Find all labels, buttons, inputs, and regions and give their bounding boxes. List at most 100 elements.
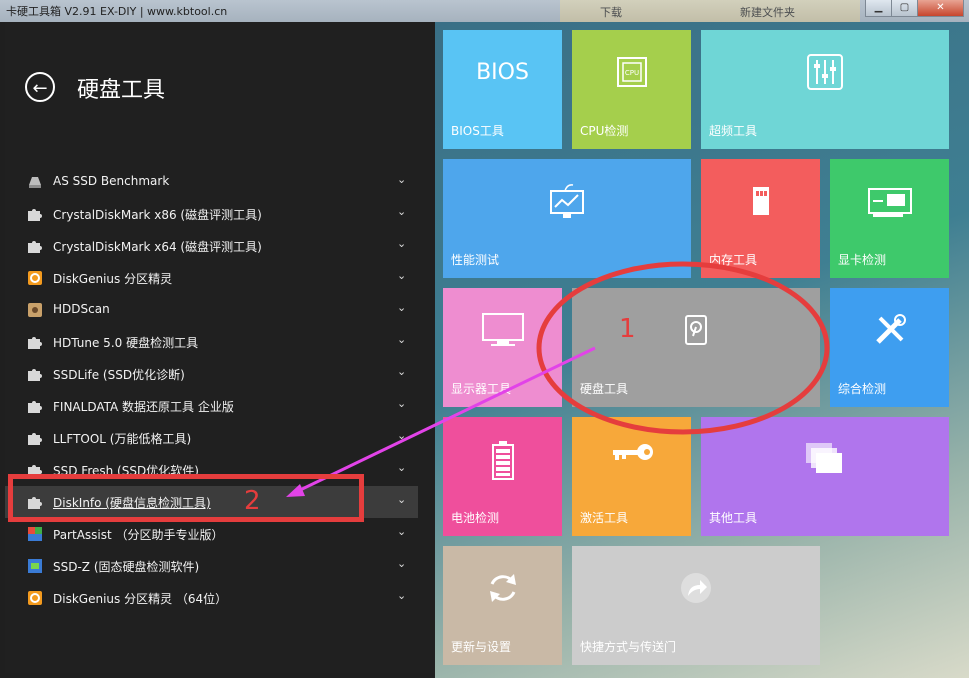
tile-activation[interactable]: 激活工具 [572,417,691,536]
tile-label: 性能测试 [451,253,500,267]
puzzle-icon [28,241,42,253]
tile-gpu[interactable]: 显卡检测 [830,159,949,278]
puzzle-icon [28,465,42,477]
title-bar: 卡硬工具箱 V2.91 EX-DIY | www.kbtool.cn 下载 新建… [0,0,969,22]
window-title: 卡硬工具箱 V2.91 EX-DIY | www.kbtool.cn [6,5,228,18]
tile-label: 其他工具 [709,511,758,525]
tool-label: SSD Fresh (SSD优化软件) [53,464,199,478]
tile-cpu[interactable]: CPU CPU检测 [572,30,691,149]
tile-label: 内存工具 [709,253,758,267]
svg-text:CPU: CPU [624,69,638,77]
tile-label: BIOS工具 [451,124,504,138]
minimize-button[interactable]: ▁ [865,0,892,17]
chevron-down-icon[interactable]: ⌄ [397,269,406,282]
tool-label: HDDScan [53,302,110,316]
diskgenius-icon [28,591,42,605]
tool-label: PartAssist （分区助手专业版） [53,528,224,542]
tools-icon [875,314,906,344]
hard-disk-icon [685,315,707,345]
maximize-button[interactable]: ▢ [891,0,918,17]
background-tab-folder: 新建文件夹 [740,6,795,19]
hddscan-icon [28,303,42,317]
tool-item[interactable]: DiskInfo (硬盘信息检测工具) ⌄ [5,486,418,518]
tool-label: CrystalDiskMark x86 (磁盘评测工具) [53,208,262,222]
tool-label: HDTune 5.0 硬盘检测工具 [53,336,199,350]
tool-item[interactable]: CrystalDiskMark x64 (磁盘评测工具) ⌄ [5,230,418,262]
tool-item[interactable]: DiskGenius 分区精灵 ⌄ [5,262,418,294]
tool-item[interactable]: FINALDATA 数据还原工具 企业版 ⌄ [5,390,418,422]
chevron-down-icon[interactable]: ⌄ [397,397,406,410]
close-button[interactable]: ✕ [917,0,964,17]
tile-label: CPU检测 [580,124,629,138]
tool-item[interactable]: AS SSD Benchmark ⌄ [5,166,418,198]
monitor-chart-icon [550,184,584,218]
diskgenius-icon [28,271,42,285]
tool-item[interactable]: SSDLife (SSD优化诊断) ⌄ [5,358,418,390]
tool-label: SSD-Z (固态硬盘检测软件) [53,560,200,574]
refresh-icon [489,574,516,602]
tool-label: AS SSD Benchmark [53,174,170,188]
tile-other[interactable]: 其他工具 [701,417,949,536]
chevron-down-icon[interactable]: ⌄ [397,525,406,538]
category-tiles: BIOS BIOS工具 CPU CPU检测 超频工具 性能测试 内存工具 显卡检… [435,22,969,678]
chevron-down-icon[interactable]: ⌄ [397,205,406,218]
tool-item[interactable]: SSD-Z (固态硬盘检测软件) ⌄ [5,550,418,582]
share-arrow-icon [681,573,711,603]
tool-item[interactable]: CrystalDiskMark x86 (磁盘评测工具) ⌄ [5,198,418,230]
display-icon [481,313,524,346]
puzzle-icon [28,433,42,445]
key-icon [612,444,653,460]
tool-item[interactable]: PartAssist （分区助手专业版） ⌄ [5,518,418,550]
tool-item[interactable]: LLFTOOL (万能低格工具) ⌄ [5,422,418,454]
tile-label: 硬盘工具 [580,382,629,396]
graphics-card-icon [867,188,912,217]
tile-performance[interactable]: 性能测试 [443,159,691,278]
tile-update[interactable]: 更新与设置 [443,546,562,665]
puzzle-icon [28,401,42,413]
tile-battery[interactable]: 电池检测 [443,417,562,536]
tile-general[interactable]: 综合检测 [830,288,949,407]
chevron-down-icon[interactable]: ⌄ [397,461,406,474]
background-tab-downloads: 下载 [600,6,622,19]
page-title: 硬盘工具 [77,78,166,103]
memory-card-icon [752,187,769,215]
chevron-down-icon[interactable]: ⌄ [397,589,406,602]
cpu-icon: CPU [616,57,647,87]
chevron-down-icon[interactable]: ⌄ [397,557,406,570]
puzzle-icon [28,209,42,221]
chevron-down-icon[interactable]: ⌄ [397,173,406,186]
tool-list-panel: ← 硬盘工具 AS SSD Benchmark ⌄ CrystalDiskMark … [5,22,435,673]
ssdz-icon [28,559,42,573]
puzzle-icon [28,497,42,509]
tool-item[interactable]: HDDScan ⌄ [5,294,418,326]
tool-label: CrystalDiskMark x64 (磁盘评测工具) [53,240,262,254]
tool-label: DiskGenius 分区精灵 [53,272,173,286]
tool-item[interactable]: SSD Fresh (SSD优化软件) ⌄ [5,454,418,486]
tile-label: 显卡检测 [838,253,887,267]
drive-icon [29,177,41,188]
chevron-down-icon[interactable]: ⌄ [397,301,406,314]
chevron-down-icon[interactable]: ⌄ [397,493,406,506]
tile-shortcut[interactable]: 快捷方式与传送门 [572,546,820,665]
tool-item[interactable]: HDTune 5.0 硬盘检测工具 ⌄ [5,326,418,358]
tool-label: DiskGenius 分区精灵 （64位） [53,592,228,606]
tile-bios[interactable]: BIOS BIOS工具 [443,30,562,149]
battery-icon [491,441,514,480]
tile-memory[interactable]: 内存工具 [701,159,820,278]
back-arrow-icon[interactable]: ← [25,72,55,102]
tile-display[interactable]: 显示器工具 [443,288,562,407]
chevron-down-icon[interactable]: ⌄ [397,429,406,442]
tile-label: 超频工具 [709,124,758,138]
puzzle-icon [28,369,42,381]
chevron-down-icon[interactable]: ⌄ [397,333,406,346]
windows-stack-icon [806,443,842,473]
partassist-icon [28,527,42,541]
tile-label: 显示器工具 [451,382,512,396]
tile-disk[interactable]: 硬盘工具 [572,288,820,407]
chevron-down-icon[interactable]: ⌄ [397,237,406,250]
tile-label: 更新与设置 [451,640,512,654]
tool-label: FINALDATA 数据还原工具 企业版 [53,400,234,414]
chevron-down-icon[interactable]: ⌄ [397,365,406,378]
tool-item[interactable]: DiskGenius 分区精灵 （64位） ⌄ [5,582,418,614]
tile-overclock[interactable]: 超频工具 [701,30,949,149]
